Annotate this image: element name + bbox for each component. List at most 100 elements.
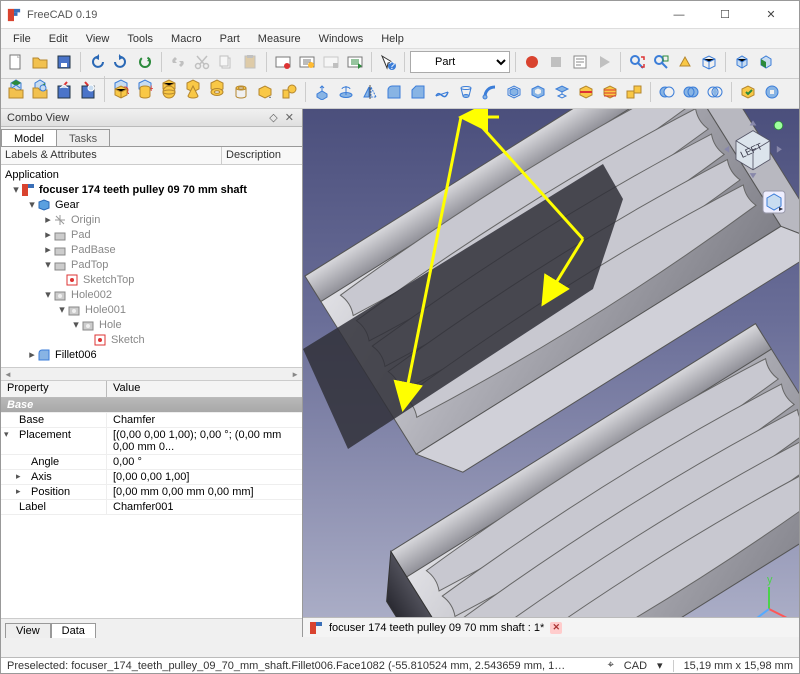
prop-label[interactable]: Label: [1, 500, 107, 514]
import-b-icon[interactable]: [29, 81, 51, 103]
boolean-cut-icon[interactable]: [656, 81, 678, 103]
prop-placement[interactable]: ▾Placement: [1, 428, 107, 454]
projection-icon[interactable]: [551, 81, 573, 103]
prop-angle[interactable]: Angle: [1, 455, 107, 469]
check-geometry-icon[interactable]: [737, 81, 759, 103]
tree-item-padtop[interactable]: PadTop: [69, 259, 108, 271]
menu-part[interactable]: Part: [212, 31, 248, 47]
panel-float-icon[interactable]: ◇: [267, 111, 279, 124]
nav-style-dropdown-icon[interactable]: ▾: [657, 659, 663, 672]
link-icon[interactable]: [167, 51, 189, 73]
extrude-icon[interactable]: [311, 81, 333, 103]
paste-icon[interactable]: [239, 51, 261, 73]
nav-style-label[interactable]: CAD: [624, 660, 647, 672]
import-a-icon[interactable]: [5, 81, 27, 103]
navigation-cube[interactable]: LEFT: [719, 117, 787, 185]
boolean-union-icon[interactable]: [680, 81, 702, 103]
fit-all-icon[interactable]: [626, 51, 648, 73]
prim-cube-icon[interactable]: [110, 81, 132, 103]
3d-viewport[interactable]: y x z LEFT: [303, 109, 799, 637]
doc-tab-close-icon[interactable]: ✕: [550, 622, 562, 634]
boolean-common-icon[interactable]: [704, 81, 726, 103]
notepad-icon[interactable]: [569, 51, 591, 73]
menu-view[interactable]: View: [78, 31, 118, 47]
tree-item-origin[interactable]: Origin: [69, 214, 100, 226]
property-grid[interactable]: Base BaseChamfer ▾Placement[(0,00 0,00 1…: [1, 398, 302, 618]
cross-sections-icon[interactable]: [599, 81, 621, 103]
doc-tab-label[interactable]: focuser 174 teeth pulley 09 70 mm shaft …: [329, 622, 544, 634]
mirror-icon[interactable]: [359, 81, 381, 103]
prim-tube-icon[interactable]: [230, 81, 252, 103]
tree-col-desc[interactable]: Description: [221, 147, 302, 164]
prop-col-value[interactable]: Value: [107, 381, 146, 397]
thickness-icon[interactable]: [527, 81, 549, 103]
tree-col-labels[interactable]: Labels & Attributes: [1, 147, 221, 164]
tab-tasks[interactable]: Tasks: [56, 129, 110, 146]
close-button[interactable]: ✕: [749, 2, 793, 28]
tree-item-hole002[interactable]: Hole002: [69, 289, 112, 301]
menu-help[interactable]: Help: [373, 31, 412, 47]
minimize-button[interactable]: —: [657, 2, 701, 28]
view-iso-icon[interactable]: [731, 51, 753, 73]
undo-icon[interactable]: [86, 51, 108, 73]
prim-sphere-icon[interactable]: [158, 81, 180, 103]
bounding-box-icon[interactable]: [698, 51, 720, 73]
tree-item-sketch[interactable]: Sketch: [109, 334, 145, 346]
new-file-icon[interactable]: [5, 51, 27, 73]
tree-item-hole[interactable]: Hole: [97, 319, 122, 331]
menu-measure[interactable]: Measure: [250, 31, 309, 47]
export-a-icon[interactable]: [53, 81, 75, 103]
compound-icon[interactable]: [623, 81, 645, 103]
macro-stop-icon[interactable]: [320, 51, 342, 73]
tree-application[interactable]: Application: [3, 169, 59, 181]
fit-selection-icon[interactable]: [650, 51, 672, 73]
shapebuilder-icon[interactable]: [278, 81, 300, 103]
navcube-config-icon[interactable]: [761, 189, 787, 215]
menu-file[interactable]: File: [5, 31, 39, 47]
tree-item-fillet006[interactable]: Fillet006: [53, 349, 97, 361]
draw-style-icon[interactable]: [674, 51, 696, 73]
prop-base[interactable]: Base: [1, 413, 107, 427]
prop-axis[interactable]: ▸Axis: [1, 470, 107, 484]
sweep-icon[interactable]: [479, 81, 501, 103]
rec-red-icon[interactable]: [521, 51, 543, 73]
refresh-icon[interactable]: [134, 51, 156, 73]
prim-cone-icon[interactable]: [182, 81, 204, 103]
fillet-icon[interactable]: [383, 81, 405, 103]
menu-tools[interactable]: Tools: [119, 31, 161, 47]
revolve-icon[interactable]: [335, 81, 357, 103]
chamfer-icon[interactable]: [407, 81, 429, 103]
open-file-icon[interactable]: [29, 51, 51, 73]
whatsthis-icon[interactable]: ?: [377, 51, 399, 73]
offset3d-icon[interactable]: [503, 81, 525, 103]
cut-icon[interactable]: [191, 51, 213, 73]
tree-document[interactable]: focuser 174 teeth pulley 09 70 mm shaft: [37, 184, 247, 196]
tree-item-gear[interactable]: Gear: [53, 199, 79, 211]
save-file-icon[interactable]: [53, 51, 75, 73]
rec-gray-icon[interactable]: [545, 51, 567, 73]
macro-rec-icon[interactable]: [272, 51, 294, 73]
tree-item-sketchtop[interactable]: SketchTop: [81, 274, 134, 286]
prop-position[interactable]: ▸Position: [1, 485, 107, 499]
prim-builder-icon[interactable]: …: [254, 81, 276, 103]
export-b-icon[interactable]: [77, 81, 99, 103]
prop-col-property[interactable]: Property: [1, 381, 107, 397]
tree-item-pad[interactable]: Pad: [69, 229, 91, 241]
prim-torus-icon[interactable]: [206, 81, 228, 103]
ruled-surface-icon[interactable]: [431, 81, 453, 103]
macro-list-icon[interactable]: [344, 51, 366, 73]
macro-edit-icon[interactable]: [296, 51, 318, 73]
maximize-button[interactable]: ☐: [703, 2, 747, 28]
tree-hscroll[interactable]: [1, 367, 302, 381]
model-tree[interactable]: Application ▾focuser 174 teeth pulley 09…: [1, 165, 302, 367]
nav-style-icon[interactable]: ⌖: [608, 659, 614, 672]
view-front-icon[interactable]: [755, 51, 777, 73]
play-icon[interactable]: [593, 51, 615, 73]
tab-view[interactable]: View: [5, 623, 51, 638]
panel-close-icon[interactable]: ✕: [283, 111, 296, 124]
tab-model[interactable]: Model: [1, 129, 57, 146]
menu-windows[interactable]: Windows: [311, 31, 372, 47]
tab-data[interactable]: Data: [51, 623, 96, 638]
section-icon[interactable]: [575, 81, 597, 103]
loft-icon[interactable]: [455, 81, 477, 103]
